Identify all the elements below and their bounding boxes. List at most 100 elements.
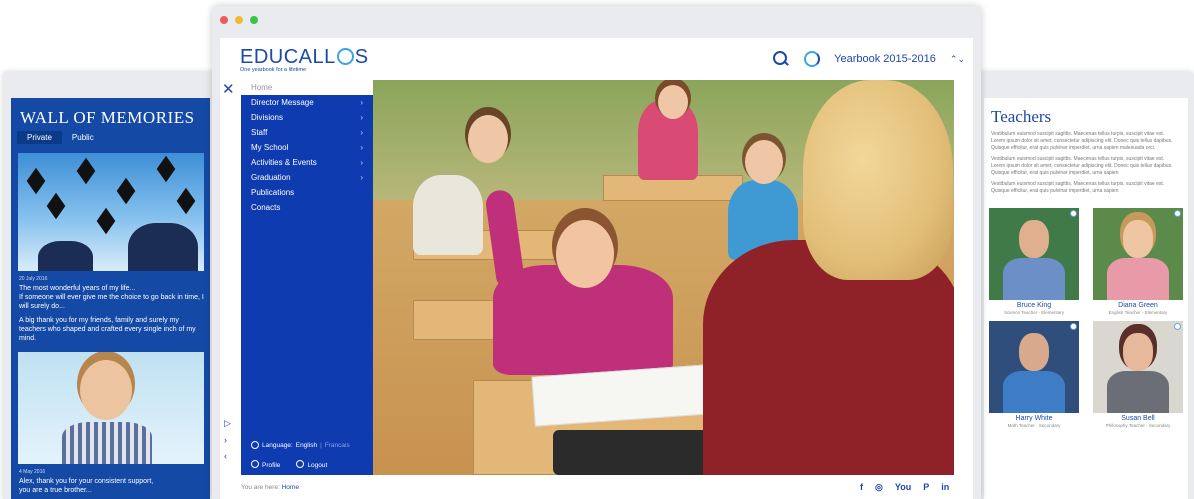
teacher-card[interactable]: Bruce King Science Teacher - Elementary bbox=[989, 208, 1079, 315]
post-date: 4 May 2016 bbox=[19, 469, 46, 475]
teacher-body bbox=[1107, 258, 1169, 300]
logo-wordmark: EDUCALL S bbox=[240, 46, 369, 69]
teacher-card[interactable]: Harry White Math Teacher - Secondary bbox=[989, 321, 1079, 428]
chevron-updown-icon[interactable]: ⌃⌄ bbox=[950, 54, 965, 63]
nav-item-label: My School bbox=[251, 143, 289, 152]
nav-item-home[interactable]: Home bbox=[241, 80, 373, 95]
teacher-body bbox=[1003, 371, 1065, 413]
boy-head bbox=[80, 360, 132, 420]
boy-photo[interactable] bbox=[18, 352, 204, 464]
teachers-panel: Teachers Vestibulum euismod suscipit sag… bbox=[984, 98, 1188, 499]
chevron-right-icon: › bbox=[360, 128, 363, 137]
teacher-photo bbox=[989, 321, 1079, 413]
teacher-role: Science Teacher - Elementary bbox=[1004, 310, 1064, 315]
window-maximize-dot[interactable] bbox=[250, 16, 258, 24]
edit-icon[interactable] bbox=[1174, 323, 1181, 330]
language-english[interactable]: English bbox=[296, 442, 317, 449]
yearbook-selector[interactable]: Yearbook 2015-2016 bbox=[834, 53, 936, 65]
nav-item-staff[interactable]: Staff › bbox=[241, 125, 373, 140]
linkedin-icon[interactable]: in bbox=[941, 482, 949, 493]
tab-public[interactable]: Public bbox=[62, 131, 104, 144]
student-head bbox=[468, 115, 508, 163]
teachers-window: Teachers Vestibulum euismod suscipit sag… bbox=[978, 72, 1194, 499]
wall-title: WALL OF MEMORIES bbox=[20, 108, 195, 127]
teacher-head bbox=[1019, 333, 1049, 371]
nav-item-publications[interactable]: Publications bbox=[241, 185, 373, 200]
teacher-card[interactable]: Susan Bell Philosophy Teacher - Secondar… bbox=[1093, 321, 1183, 428]
page-content: EDUCALL S One yearbook for a lifetime Yea… bbox=[220, 38, 973, 499]
post-date: 20 July 2016 bbox=[19, 276, 48, 282]
window-minimize-dot[interactable] bbox=[235, 16, 243, 24]
cap-shape bbox=[176, 187, 196, 215]
edit-icon[interactable] bbox=[1174, 210, 1181, 217]
nav-item-graduation[interactable]: Graduation › bbox=[241, 170, 373, 185]
language-francais[interactable]: Francais bbox=[325, 442, 350, 449]
teachers-title: Teachers bbox=[991, 107, 1052, 126]
breadcrumb-current[interactable]: Home bbox=[282, 484, 299, 491]
post-text: The most wonderful years of my life... I… bbox=[19, 284, 205, 311]
chevron-right-icon: › bbox=[360, 143, 363, 152]
nav-menu: Home Director Message › Divisions › Staff ›… bbox=[241, 80, 373, 475]
post-line: The most wonderful years of my life... bbox=[19, 285, 136, 292]
teacher-head bbox=[1123, 220, 1153, 258]
teachers-paragraph: Vestibulum euismod suscipit sagittis. Ma… bbox=[991, 131, 1173, 151]
edit-icon[interactable] bbox=[1070, 210, 1077, 217]
search-icon[interactable] bbox=[772, 50, 790, 68]
cap-shape bbox=[46, 192, 66, 220]
cap-shape bbox=[76, 157, 96, 185]
cap-shape bbox=[26, 167, 46, 195]
language-label: Language: bbox=[262, 441, 293, 449]
profile-label: Profile bbox=[262, 462, 281, 469]
window-close-dot[interactable] bbox=[220, 16, 228, 24]
cap-shape bbox=[156, 155, 176, 183]
girl-head bbox=[556, 220, 614, 288]
youtube-icon[interactable]: You bbox=[895, 482, 911, 493]
power-icon bbox=[296, 460, 305, 468]
teachers-paragraph: Vestibulum euismod suscipit sagittis. Ma… bbox=[991, 181, 1165, 194]
chevron-left-icon[interactable]: ‹ bbox=[224, 451, 231, 461]
graduate-figure bbox=[128, 223, 198, 271]
nav-item-label: Activities & Events bbox=[251, 158, 317, 167]
teacher-role: English Teacher - Elementary bbox=[1108, 310, 1168, 315]
teacher-card[interactable]: Diana Green English Teacher - Elementary bbox=[1093, 208, 1183, 315]
nav-item-my-school[interactable]: My School › bbox=[241, 140, 373, 155]
language-switcher: Language: English | Francais bbox=[251, 441, 350, 449]
pinterest-icon[interactable]: P bbox=[923, 482, 929, 493]
chevron-right-icon: › bbox=[360, 158, 363, 167]
cap-shape bbox=[96, 207, 116, 235]
close-icon[interactable]: ✕ bbox=[222, 80, 235, 98]
nav-item-contacts[interactable]: Conacts bbox=[241, 200, 373, 215]
nav-item-label: Director Message bbox=[251, 98, 314, 107]
logo-o-icon bbox=[336, 48, 354, 65]
instagram-icon[interactable]: ◎ bbox=[875, 482, 883, 493]
teacher-role: Philosophy Teacher - Secondary bbox=[1105, 423, 1171, 428]
logo-text: EDUCALL bbox=[240, 46, 336, 68]
educallos-logo[interactable]: EDUCALL S One yearbook for a lifetime bbox=[240, 46, 369, 73]
graduation-caps-photo[interactable] bbox=[18, 153, 204, 271]
teachers-grid: Bruce King Science Teacher - Elementary … bbox=[989, 208, 1183, 428]
educallos-swirl-icon[interactable] bbox=[804, 51, 821, 67]
nav-item-divisions[interactable]: Divisions › bbox=[241, 110, 373, 125]
tab-private[interactable]: Private bbox=[17, 131, 62, 144]
teacher-name: Bruce King bbox=[1016, 302, 1052, 309]
facebook-icon[interactable]: f bbox=[860, 482, 863, 493]
teacher-body bbox=[1107, 371, 1169, 413]
edit-icon[interactable] bbox=[1070, 323, 1077, 330]
nav-item-label: Publications bbox=[251, 188, 295, 197]
nav-item-director-message[interactable]: Director Message › bbox=[241, 95, 373, 110]
chevron-right-icon[interactable]: › bbox=[224, 435, 231, 445]
nav-item-label: Conacts bbox=[251, 203, 281, 212]
teacher-hair bbox=[803, 80, 953, 280]
teacher-role: Math Teacher - Secondary bbox=[1007, 423, 1061, 428]
graduate-figure bbox=[38, 241, 93, 271]
nav-footer: Profile Logout bbox=[251, 460, 327, 469]
logout-link[interactable]: Logout bbox=[296, 460, 327, 469]
cap-shape bbox=[116, 177, 136, 205]
post-text: Alex, thank you for your consistent supp… bbox=[19, 477, 205, 495]
language-separator: | bbox=[320, 441, 322, 449]
nav-item-activities-events[interactable]: Activities & Events › bbox=[241, 155, 373, 170]
play-icon[interactable]: ▷ bbox=[224, 418, 231, 429]
post-text: A big thank you for my friends, family a… bbox=[19, 317, 196, 342]
teacher-name: Harry White bbox=[1015, 415, 1053, 422]
profile-link[interactable]: Profile bbox=[251, 460, 280, 469]
